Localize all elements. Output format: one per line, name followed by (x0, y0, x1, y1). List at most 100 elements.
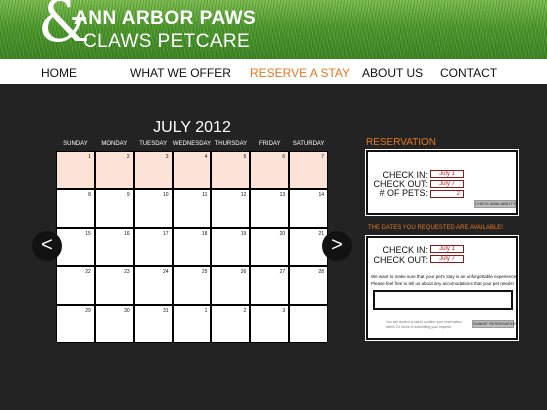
confirm-check-out-field[interactable]: July 7 (430, 255, 464, 263)
calendar-day-number: 1 (204, 307, 208, 314)
nav-home[interactable]: HOME (41, 66, 77, 80)
calendar-day-cell[interactable]: 27 (251, 267, 289, 304)
calendar-day-cell[interactable]: 25 (173, 267, 211, 304)
nav-about-us[interactable]: ABOUT US (362, 66, 423, 80)
calendar-day-cell[interactable]: 19 (212, 228, 250, 266)
calendar-day-cell[interactable]: 3 (251, 305, 289, 342)
nav-contact[interactable]: CONTACT (440, 66, 497, 80)
calendar-day-number: 8 (88, 192, 91, 199)
confirmation-note: You will receive a call to confirm your … (386, 320, 462, 330)
calendar-day-cell[interactable]: 2 (95, 152, 133, 189)
day-header: FRIDAY (258, 141, 281, 147)
calendar-day-cell[interactable]: 23 (95, 267, 133, 304)
calendar-day-cell[interactable]: 20 (251, 228, 289, 266)
pets-label: # OF PETS: (379, 188, 428, 198)
check-availability-button[interactable]: CHECK AVAILABILITY (474, 200, 516, 208)
confirm-check-out-label: CHECK OUT: (373, 255, 428, 265)
calendar-day-cell[interactable]: 4 (173, 152, 211, 189)
day-header: THURSDAY (214, 141, 248, 147)
nav-reserve-a-stay[interactable]: RESERVE A STAY (250, 66, 350, 80)
calendar-day-number: 22 (85, 269, 91, 276)
calendar-day-number: 30 (124, 307, 130, 314)
calendar-day-number: 29 (85, 307, 91, 314)
calendar-day-number: 28 (318, 269, 324, 276)
calendar-day-number: 12 (240, 192, 247, 199)
calendar-day-cell[interactable]: 1 (173, 305, 211, 342)
calendar-day-cell[interactable]: 17 (134, 228, 172, 266)
pet-notes-textarea[interactable] (373, 290, 513, 310)
calendar-day-number: 21 (318, 230, 324, 237)
calendar-day-cell[interactable]: 14 (290, 190, 327, 227)
calendar-day-number: 10 (163, 192, 169, 199)
calendar-day-number: 3 (282, 307, 286, 314)
confirm-check-in-field[interactable]: July 1 (430, 245, 464, 253)
calendar-day-number: 26 (240, 269, 247, 276)
availability-panel: CHECK IN: July 1 CHECK OUT: July 7 We wa… (365, 235, 519, 341)
calendar-day-cell[interactable]: 7 (290, 152, 327, 189)
calendar-day-cell[interactable]: 11 (173, 190, 211, 227)
calendar-day-cell[interactable]: 9 (95, 190, 133, 227)
day-header: TUESDAY (139, 141, 168, 147)
day-header: SATURDAY (292, 141, 325, 147)
check-in-field[interactable]: July 1 (430, 170, 464, 178)
calendar-day-number: 1 (88, 154, 91, 160)
calendar-day-number: 7 (321, 154, 324, 160)
calendar-day-cell[interactable]: 5 (212, 152, 250, 189)
calendar-day-cell[interactable]: 22 (57, 267, 94, 304)
calendar-day-cell[interactable]: 10 (134, 190, 172, 227)
submit-reservation-button[interactable]: SUBMIT RESERVATION (472, 320, 517, 328)
calendar-day-number: 17 (163, 230, 169, 237)
next-month-button[interactable]: > (322, 231, 352, 261)
nav-what-we-offer[interactable]: WHAT WE OFFER (130, 66, 231, 80)
calendar-day-cell[interactable]: 13 (251, 190, 289, 227)
calendar-day-cell[interactable]: 29 (57, 305, 94, 342)
calendar-day-number: 3 (165, 154, 169, 160)
pets-field[interactable]: 2 (430, 190, 464, 198)
calendar-day-cell[interactable]: 6 (251, 152, 289, 189)
calendar-day-cell[interactable]: 18 (173, 228, 211, 266)
calendar-day-cell[interactable]: 15 (57, 228, 94, 266)
calendar-day-number: 2 (243, 307, 247, 314)
calendar-day-number: 16 (124, 230, 130, 237)
prev-month-button[interactable]: < (32, 231, 62, 261)
header-banner: & ANN ARBOR PAWS CLAWS PETCARE (0, 0, 547, 59)
day-header: MONDAY (101, 141, 128, 147)
calendar-day-cell[interactable]: 26 (212, 267, 250, 304)
check-out-field[interactable]: July 7 (430, 180, 464, 188)
calendar-day-number: 19 (240, 230, 247, 237)
calendar-day-cell[interactable]: 30 (95, 305, 133, 342)
confirm-check-in-label: CHECK IN: (382, 245, 428, 255)
calendar-day-number: 14 (318, 192, 324, 199)
calendar-day-number: 20 (279, 230, 286, 237)
calendar-day-number: 4 (204, 154, 208, 160)
message-line-1: We want to make sure that your pet's sta… (371, 274, 518, 279)
calendar-day-number: 31 (163, 307, 169, 314)
calendar-day-cell[interactable]: 24 (134, 267, 172, 304)
calendar-day-cell[interactable]: 8 (57, 190, 94, 227)
calendar-day-cell[interactable] (290, 305, 327, 342)
calendar-day-cell[interactable]: 31 (134, 305, 172, 342)
calendar-day-number: 9 (126, 192, 130, 199)
calendar-day-cell[interactable]: 2 (212, 305, 250, 342)
calendar-day-cell[interactable]: 16 (95, 228, 133, 266)
logo-line-1[interactable]: ANN ARBOR PAWS (74, 8, 256, 30)
availability-banner: THE DATES YOU REQUESTED ARE AVAILABLE! (368, 225, 503, 231)
calendar-day-number: 2 (126, 154, 130, 160)
calendar-day-number: 6 (282, 154, 286, 160)
message-line-2: Please feel free to tell us about any ac… (371, 281, 514, 286)
calendar-day-cell[interactable]: 1 (57, 152, 94, 189)
calendar-day-number: 13 (279, 192, 286, 199)
calendar-day-number: 11 (202, 192, 208, 199)
calendar-day-number: 27 (279, 269, 286, 276)
calendar-day-number: 15 (85, 230, 91, 237)
calendar-day-cell[interactable]: 12 (212, 190, 250, 227)
calendar-day-number: 18 (201, 230, 208, 237)
calendar-day-cell[interactable]: 3 (134, 152, 172, 189)
calendar-month-title: JULY 2012 (153, 119, 231, 136)
calendar-day-cell[interactable]: 28 (290, 267, 327, 304)
calendar-day-headers: SUNDAY MONDAY TUESDAY WEDNESDAY THURSDAY… (56, 141, 328, 151)
logo-line-2[interactable]: CLAWS PETCARE (83, 31, 250, 53)
main-nav: HOME WHAT WE OFFER RESERVE A STAY ABOUT … (0, 59, 547, 84)
calendar-day-number: 24 (163, 269, 169, 276)
calendar-day-number: 5 (243, 154, 247, 160)
